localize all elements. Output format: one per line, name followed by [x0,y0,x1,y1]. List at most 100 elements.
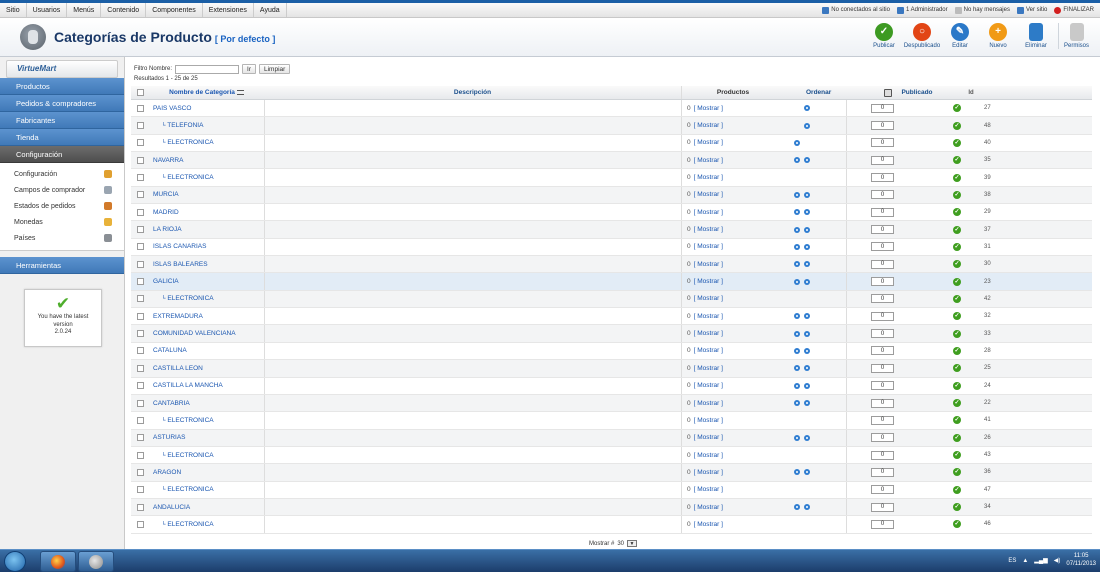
published-check-icon[interactable]: ✓ [953,433,961,442]
move-up-icon[interactable] [794,191,800,198]
row-checkbox[interactable] [136,364,144,372]
move-down-icon[interactable] [804,365,810,372]
show-products-link[interactable]: [ Mostrar ] [694,382,723,389]
order-input[interactable]: 0 [871,329,894,339]
sidebar-item[interactable]: Fabricantes [0,112,124,129]
unpublish-button[interactable]: ○ Despublicado [904,23,940,49]
category-name-link[interactable]: GALICIA [149,278,264,285]
show-products-link[interactable]: [ Mostrar ] [694,347,723,354]
order-input[interactable]: 0 [871,225,894,235]
config-submenu-item[interactable]: Estados de pedidos [0,198,124,214]
move-up-icon[interactable] [794,400,800,407]
order-input[interactable]: 0 [871,450,894,460]
move-up-icon[interactable] [794,469,800,476]
category-name-link[interactable]: CANTABRIA [149,400,264,407]
menu-item[interactable]: Ayuda [254,3,287,17]
show-products-link[interactable]: [ Mostrar ] [694,486,723,493]
category-name-link[interactable]: CASTILLA LA MANCHA [149,382,264,389]
row-checkbox[interactable] [136,382,144,390]
show-products-link[interactable]: [ Mostrar ] [694,469,723,476]
show-products-link[interactable]: [ Mostrar ] [694,209,723,216]
order-input[interactable]: 0 [871,173,894,183]
config-submenu-item[interactable]: Configuración [0,166,124,182]
show-products-link[interactable]: [ Mostrar ] [694,261,723,268]
show-products-link[interactable]: [ Mostrar ] [694,278,723,285]
move-up-icon[interactable] [794,261,800,268]
menu-item[interactable]: Sitio [0,3,27,17]
show-products-link[interactable]: [ Mostrar ] [694,434,723,441]
status-admin[interactable]: 1 Administrador [896,6,948,14]
order-input[interactable]: 0 [871,155,894,165]
move-up-icon[interactable] [794,209,800,216]
published-check-icon[interactable]: ✓ [953,364,961,373]
menu-item[interactable]: Usuarios [27,3,68,17]
row-checkbox[interactable] [136,416,144,424]
order-input[interactable]: 0 [871,519,894,529]
show-products-link[interactable]: [ Mostrar ] [694,417,723,424]
row-checkbox[interactable] [136,243,144,251]
move-up-icon[interactable] [794,243,800,250]
menu-item[interactable]: Componentes [146,3,203,17]
category-name-link[interactable]: ISLAS BALEARES [149,261,264,268]
row-checkbox[interactable] [136,486,144,494]
row-checkbox[interactable] [136,295,144,303]
move-down-icon[interactable] [804,226,810,233]
category-name-link[interactable]: PAIS VASCO [149,105,264,112]
config-submenu-item[interactable]: Campos de comprador [0,182,124,198]
order-input[interactable]: 0 [871,207,894,217]
show-products-link[interactable]: [ Mostrar ] [694,365,723,372]
order-input[interactable]: 0 [871,363,894,373]
move-up-icon[interactable] [794,139,800,146]
published-check-icon[interactable]: ✓ [953,294,961,303]
row-checkbox[interactable] [136,451,144,459]
row-checkbox[interactable] [136,226,144,234]
header-order[interactable]: Ordenar [806,86,878,99]
category-name-link[interactable]: CASTILLA LEON [149,365,264,372]
show-products-link[interactable]: [ Mostrar ] [694,400,723,407]
move-down-icon[interactable] [804,261,810,268]
move-down-icon[interactable] [804,347,810,354]
order-input[interactable]: 0 [871,277,894,287]
move-down-icon[interactable] [804,434,810,441]
published-check-icon[interactable]: ✓ [953,399,961,408]
new-button[interactable]: + Nuevo [982,23,1014,49]
move-up-icon[interactable] [794,347,800,354]
menu-item[interactable]: Contenido [101,3,147,17]
status-messages[interactable]: No hay mensajes [954,6,1010,14]
move-up-icon[interactable] [794,504,800,511]
row-checkbox[interactable] [136,104,144,112]
row-checkbox[interactable] [136,174,144,182]
header-description[interactable]: Descripción [264,86,681,99]
row-checkbox[interactable] [136,139,144,147]
order-input[interactable]: 0 [871,346,894,356]
published-check-icon[interactable]: ✓ [953,520,961,529]
order-input[interactable]: 0 [871,467,894,477]
category-name-link[interactable]: └ ELECTRONICA [149,486,264,493]
order-input[interactable]: 0 [871,242,894,252]
category-name-link[interactable]: ARAGON [149,469,264,476]
show-products-link[interactable]: [ Mostrar ] [694,105,723,112]
published-check-icon[interactable]: ✓ [953,277,961,286]
sidebar-item[interactable]: Pedidos & compradores [0,95,124,112]
published-check-icon[interactable]: ✓ [953,242,961,251]
order-input[interactable]: 0 [871,433,894,443]
status-offline[interactable]: No conectados al sitio [822,6,890,14]
category-name-link[interactable]: └ ELECTRONICA [149,452,264,459]
show-products-link[interactable]: [ Mostrar ] [694,330,723,337]
published-check-icon[interactable]: ✓ [953,485,961,494]
category-name-link[interactable]: NAVARRA [149,157,264,164]
category-name-link[interactable]: └ TELEFONIA [149,122,264,129]
delete-button[interactable]: Eliminar [1020,23,1052,49]
category-name-link[interactable]: CATALUÑA [149,347,264,354]
move-down-icon[interactable] [804,243,810,250]
move-up-icon[interactable] [794,330,800,337]
published-check-icon[interactable]: ✓ [953,329,961,338]
category-name-link[interactable]: LA RIOJA [149,226,264,233]
order-input[interactable]: 0 [871,381,894,391]
order-input[interactable]: 0 [871,259,894,269]
sidebar-item[interactable]: Productos [0,78,124,95]
config-submenu-item[interactable]: Países [0,230,124,246]
config-submenu-item[interactable]: Monedas [0,214,124,230]
show-products-link[interactable]: [ Mostrar ] [694,452,723,459]
row-checkbox[interactable] [136,122,144,130]
